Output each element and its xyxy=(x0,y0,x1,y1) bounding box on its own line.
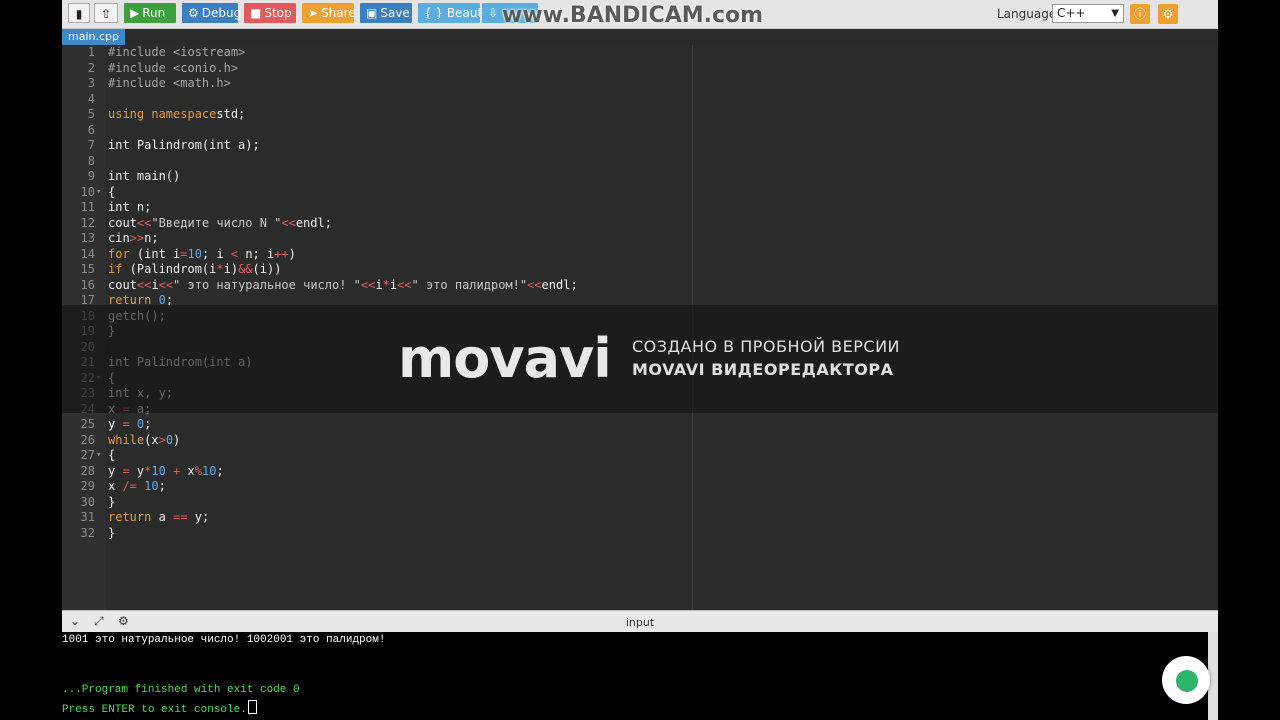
movavi-logo: movavi xyxy=(398,327,612,390)
code-line: int n; xyxy=(108,200,152,214)
language-select[interactable]: C++ ▼ xyxy=(1052,4,1124,23)
line-number: 9 xyxy=(87,169,95,183)
share-button[interactable]: ➤ Share xyxy=(302,3,356,23)
code-line: int Palindrom(int a); xyxy=(108,138,260,152)
chevron-down-icon: ▼ xyxy=(1111,8,1119,19)
code-line: while(x>0) xyxy=(108,432,181,447)
code-line: { xyxy=(108,184,116,199)
line-number: 27 xyxy=(80,448,95,462)
code-line: cin>>n; xyxy=(108,231,159,245)
line-number: 7 xyxy=(87,138,95,152)
console-line: ...Program finished with exit code 0 xyxy=(62,684,300,696)
stop-icon: ■ xyxy=(250,6,262,20)
bandicam-watermark: www.BANDICAM.com xyxy=(502,3,764,28)
code-line: } xyxy=(108,494,116,509)
run-button[interactable]: ▶ Run xyxy=(124,3,176,23)
movavi-text-line1: СОЗДАНО В ПРОБНОЙ ВЕРСИИ xyxy=(632,337,901,356)
file-tabs: main.cpp xyxy=(62,29,1218,45)
code-line: y = 0; xyxy=(108,417,152,431)
code-line: x /= 10; xyxy=(108,479,166,493)
console-line: 1001 это натуральное число! 1002001 это … xyxy=(62,634,386,646)
line-number: 8 xyxy=(87,153,95,168)
code-line: return a == y; xyxy=(108,510,210,524)
io-panel-header: ⌄ ⤢ ⚙ input xyxy=(62,610,1218,633)
fold-arrow-icon[interactable]: ▾ xyxy=(96,448,101,464)
save-icon: ▣ xyxy=(366,6,378,20)
info-button[interactable]: ⓘ xyxy=(1130,4,1150,24)
download-icon: ⇩ xyxy=(488,6,499,20)
fold-arrow-icon[interactable]: ▾ xyxy=(96,185,101,201)
language-label: Language xyxy=(997,7,1057,21)
line-number: 31 xyxy=(80,510,95,524)
movavi-watermark: movavi СОЗДАНО В ПРОБНОЙ ВЕРСИИ MOVAVI В… xyxy=(62,305,1218,413)
code-line: #include <iostream> xyxy=(108,45,246,59)
line-number: 4 xyxy=(87,91,95,106)
chat-icon xyxy=(1176,670,1198,692)
save-button[interactable]: ▣ Save xyxy=(360,3,412,23)
share-icon: ➤ xyxy=(308,6,319,20)
upload-icon: ⇧ xyxy=(100,7,112,21)
line-number: 6 xyxy=(87,122,95,137)
line-number: 25 xyxy=(80,417,95,431)
new-file-button[interactable]: ▮ xyxy=(68,3,90,23)
line-number: 30 xyxy=(80,494,95,509)
debug-icon: ⚙ xyxy=(188,6,199,20)
io-label: input xyxy=(625,616,655,629)
line-number: 3 xyxy=(87,76,95,90)
line-number: 5 xyxy=(87,107,95,121)
line-number: 1 xyxy=(87,45,95,59)
line-number: 12 xyxy=(80,215,95,230)
code-line: for (int i=10; i < n; i++) xyxy=(108,246,296,261)
code-line: #include <conio.h> xyxy=(108,60,239,75)
settings-button[interactable]: ⚙ xyxy=(1158,4,1178,24)
code-line: cout<<"Введите число N "<<endl; xyxy=(108,215,332,230)
line-number: 26 xyxy=(80,432,95,447)
line-number: 28 xyxy=(80,463,95,478)
beautify-button[interactable]: { } Beautify xyxy=(418,3,497,23)
code-line: cout<<i<<" это натуральное число! "<<i*i… xyxy=(108,277,578,292)
code-line: } xyxy=(108,525,116,540)
text-cursor xyxy=(247,700,257,714)
line-number: 2 xyxy=(87,60,95,75)
movavi-text-line2: MOVAVI ВИДЕОРЕДАКТОРА xyxy=(632,360,894,379)
console-output[interactable]: 1001 это натуральное число! 1002001 это … xyxy=(62,632,1208,720)
line-number: 29 xyxy=(80,479,95,493)
tab-main-cpp[interactable]: main.cpp xyxy=(62,29,125,45)
code-line: using namespacestd; xyxy=(108,107,246,121)
play-icon: ▶ xyxy=(130,6,140,20)
chat-button[interactable] xyxy=(1162,656,1210,704)
code-line: int main() xyxy=(108,169,181,183)
line-number: 15 xyxy=(80,262,95,276)
line-number: 16 xyxy=(80,277,95,292)
line-number: 14 xyxy=(80,246,95,261)
file-icon: ▮ xyxy=(75,7,83,21)
gear-icon: ⚙ xyxy=(1162,7,1174,21)
line-number: 32 xyxy=(80,525,95,540)
line-number: 10 xyxy=(80,184,95,199)
code-line: #include <math.h> xyxy=(108,76,231,90)
upload-button[interactable]: ⇧ xyxy=(94,3,118,23)
code-line: y = y*10 + x%10; xyxy=(108,463,224,478)
stop-button[interactable]: ■ Stop xyxy=(244,3,296,23)
info-icon: ⓘ xyxy=(1133,7,1146,21)
line-number: 11 xyxy=(80,200,95,214)
line-number: 13 xyxy=(80,231,95,245)
console-line: Press ENTER to exit console. xyxy=(62,700,257,716)
code-line: if (Palindrom(i*i)&&(i)) xyxy=(108,262,282,276)
toolbar: ▮ ⇧ ▶ Run ⚙ Debug ■ Stop ➤ Share ▣ Save { } B… xyxy=(62,0,1218,29)
debug-button[interactable]: ⚙ Debug xyxy=(182,3,241,23)
code-line: { xyxy=(108,448,116,462)
